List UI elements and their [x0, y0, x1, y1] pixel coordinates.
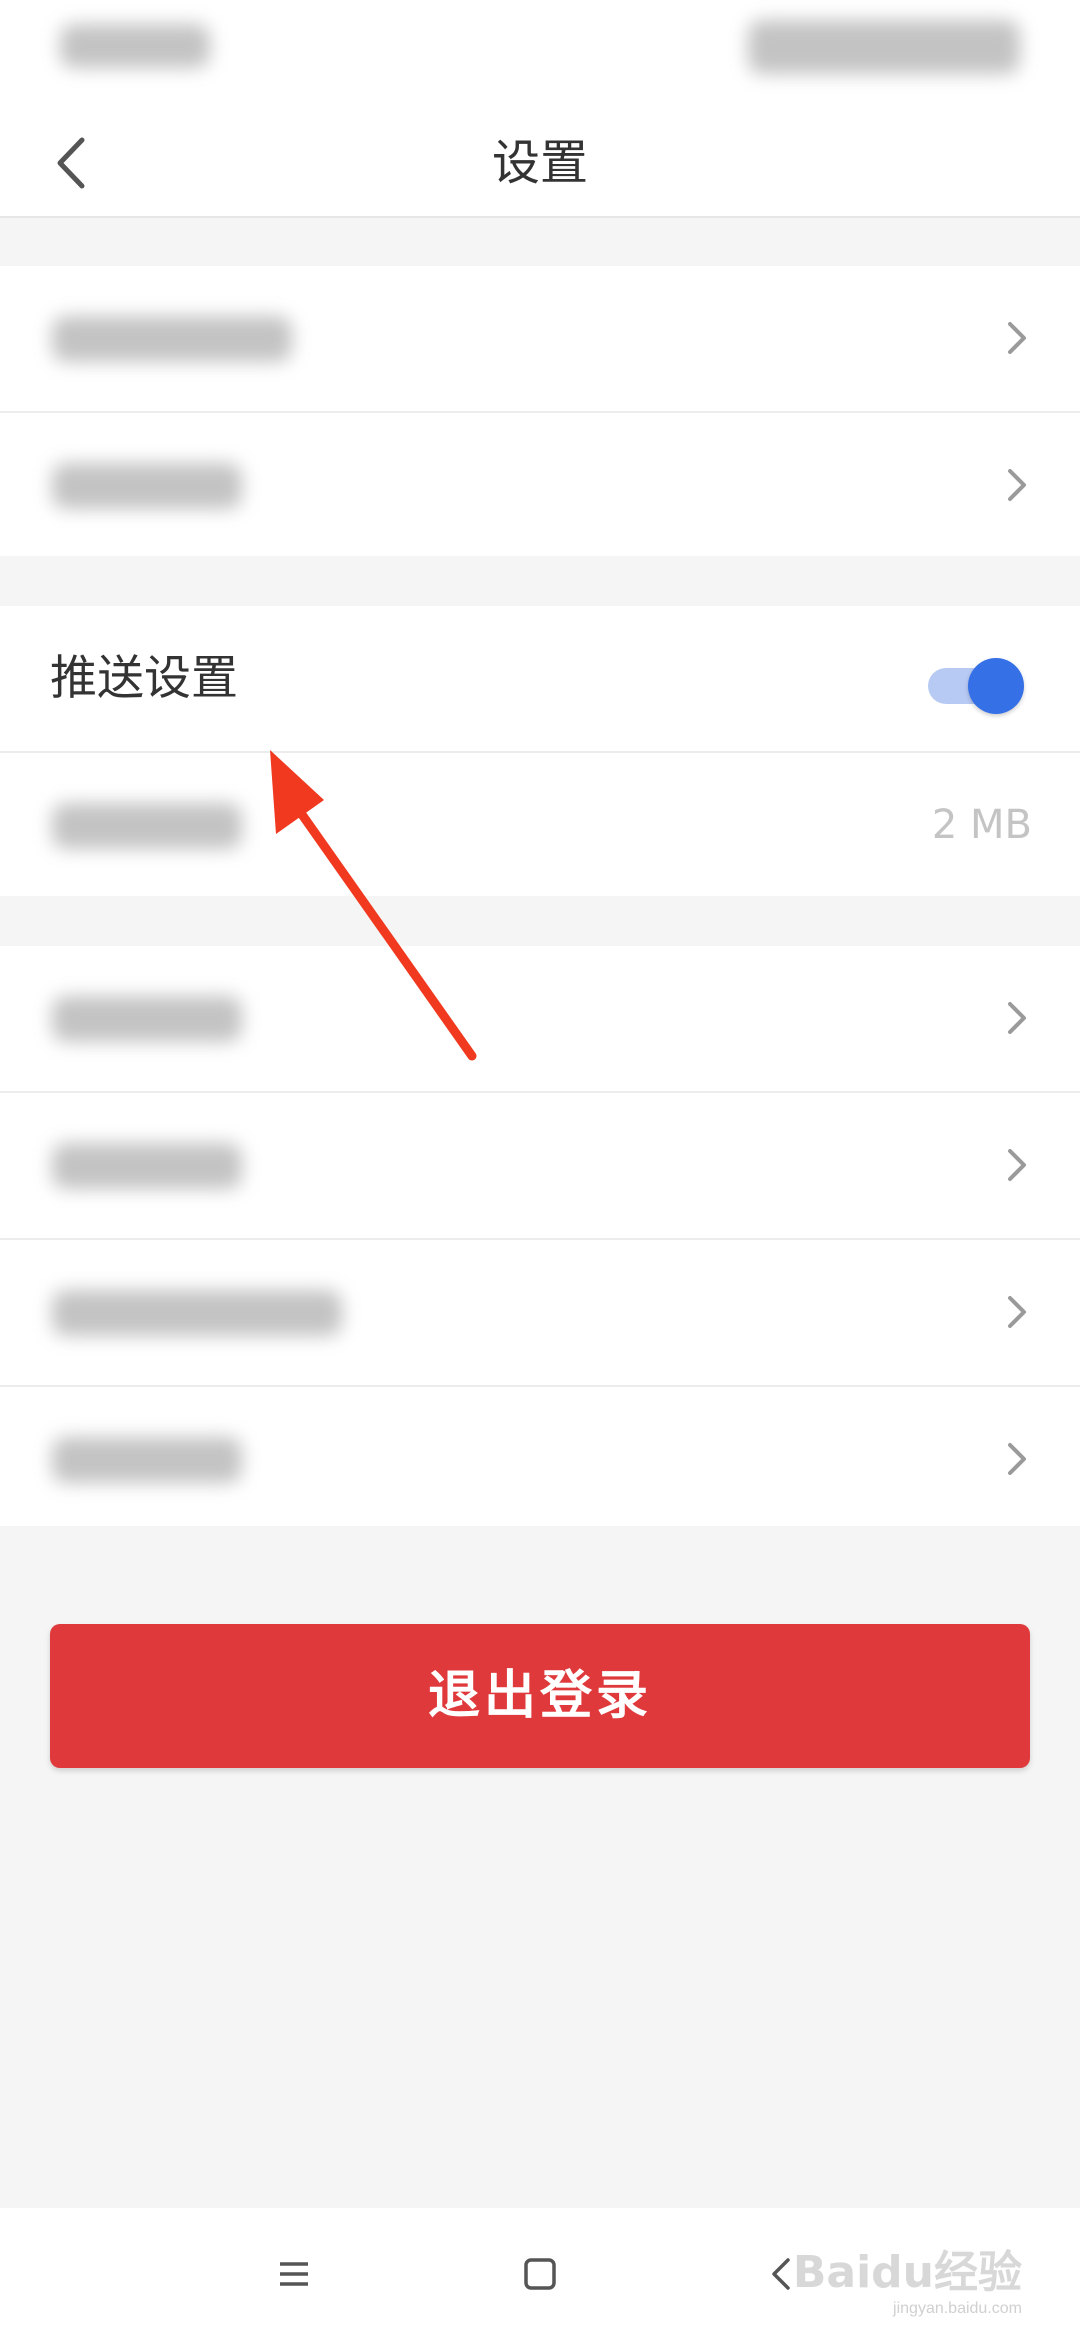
page-title: 设置 [491, 135, 588, 191]
settings-row-blurred-6[interactable] [0, 1387, 1080, 1532]
blurred-row-label [52, 463, 242, 509]
menu-icon [280, 2262, 308, 2286]
settings-group-other [0, 946, 1080, 1526]
toggle-knob [968, 658, 1024, 714]
watermark-url: jingyan.baidu.com [893, 2300, 1022, 2317]
settings-row-cache[interactable]: 2 MB [0, 753, 1080, 898]
chevron-right-icon [1008, 469, 1026, 501]
settings-group-notifications: 推送设置 2 MB [0, 606, 1080, 896]
blurred-row-label [52, 1290, 342, 1336]
chevron-right-icon [1008, 1149, 1026, 1181]
blurred-row-label [52, 1143, 242, 1189]
nav-bar: 设置 [0, 110, 1080, 218]
system-nav-bar: Baidu经验 jingyan.baidu.com [0, 2208, 1080, 2340]
push-settings-toggle[interactable] [924, 652, 1024, 714]
blurred-row-label [52, 996, 242, 1042]
blurred-row-label [52, 803, 242, 849]
push-settings-label: 推送设置 [50, 651, 238, 706]
settings-group-account [0, 266, 1080, 556]
blurred-row-label [52, 316, 292, 362]
watermark-brand: Baidu经验 [792, 2247, 1022, 2298]
nav-menu-button[interactable] [264, 2244, 324, 2304]
chevron-right-icon [1008, 322, 1026, 354]
settings-row-blurred-3[interactable] [0, 946, 1080, 1093]
chevron-right-icon [1008, 1296, 1026, 1328]
settings-row-push[interactable]: 推送设置 [0, 606, 1080, 753]
settings-row-blurred-1[interactable] [0, 266, 1080, 413]
settings-row-blurred-2[interactable] [0, 413, 1080, 558]
status-bar-time-blurred [60, 24, 210, 68]
cache-size-value: 2 MB [931, 802, 1032, 848]
square-icon [524, 2258, 556, 2290]
status-bar-indicators-blurred [748, 20, 1020, 74]
chevron-right-icon [1008, 1002, 1026, 1034]
nav-home-button[interactable] [510, 2244, 570, 2304]
settings-row-blurred-4[interactable] [0, 1093, 1080, 1240]
settings-row-blurred-5[interactable] [0, 1240, 1080, 1387]
chevron-right-icon [1008, 1443, 1026, 1475]
logout-button[interactable]: 退出登录 [50, 1624, 1030, 1768]
blurred-row-label [52, 1437, 242, 1483]
status-bar [0, 0, 1080, 110]
